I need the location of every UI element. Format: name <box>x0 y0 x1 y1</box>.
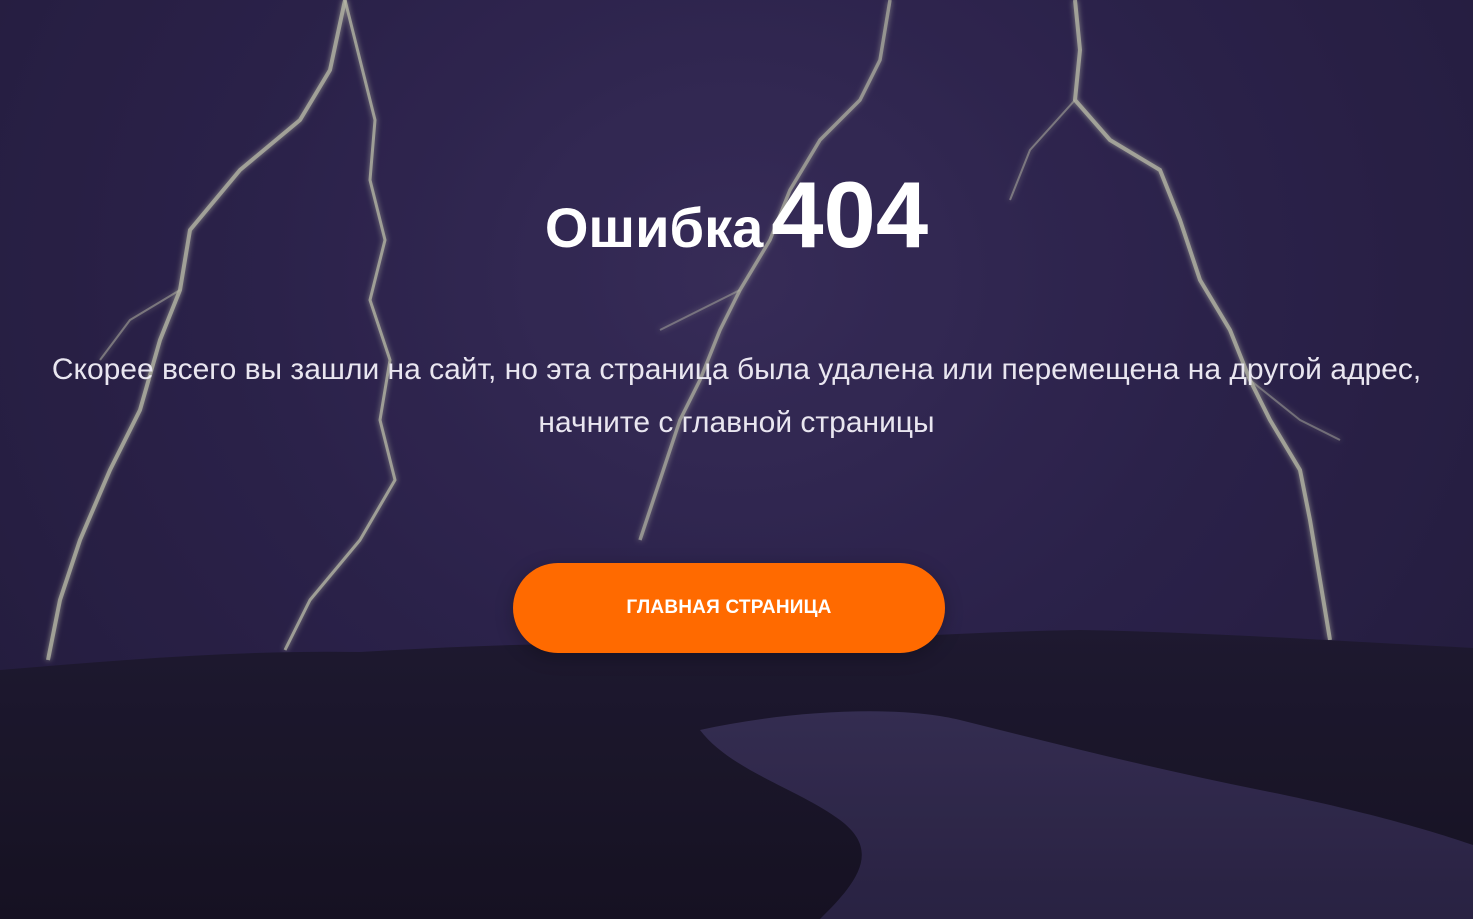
error-404-page: Ошибка404 Скорее всего вы зашли на сайт,… <box>0 0 1473 919</box>
error-title: Ошибка404 <box>0 168 1473 262</box>
error-word: Ошибка <box>544 196 764 259</box>
error-code: 404 <box>771 162 929 267</box>
error-message: Скорее всего вы зашли на сайт, но эта ст… <box>51 353 1422 439</box>
home-page-button[interactable]: ГЛАВНАЯ СТРАНИЦА <box>513 563 945 653</box>
error-content: Ошибка404 Скорее всего вы зашли на сайт,… <box>0 0 1473 919</box>
